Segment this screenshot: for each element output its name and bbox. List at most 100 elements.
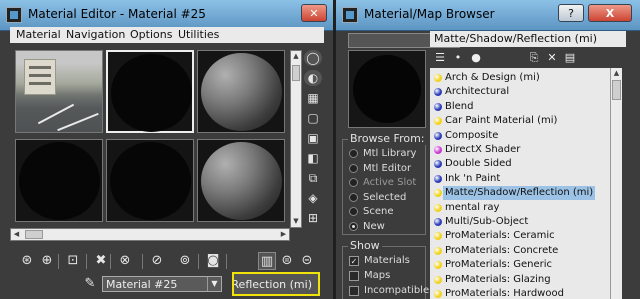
show-group: Show ✓ Materials Maps Incompatible: [342, 239, 429, 299]
update-scene-materials-icon[interactable]: ⎘: [526, 51, 542, 65]
select-by-material-icon[interactable]: ◈: [304, 190, 322, 206]
parking-line: [57, 112, 99, 132]
checkbox-box: [349, 271, 359, 281]
background-checker-icon[interactable]: ▦: [304, 90, 322, 106]
help-button[interactable]: ?: [558, 4, 584, 22]
pick-material-eyedropper-icon[interactable]: ✎: [82, 276, 98, 292]
material-ball-icon: [434, 117, 442, 126]
backlight-icon[interactable]: ◐: [304, 70, 322, 86]
list-icons-view-icon[interactable]: •: [450, 51, 466, 65]
go-to-parent-icon[interactable]: ⊜: [278, 252, 296, 270]
show-in-viewport-icon[interactable]: ◙: [204, 252, 222, 270]
material-ball-icon: [434, 74, 442, 82]
sphere-type-icon[interactable]: ◯: [304, 50, 322, 66]
scroll-right-arrow-icon[interactable]: ▶: [278, 229, 289, 240]
put-to-scene-icon[interactable]: ⊕: [38, 252, 56, 270]
menu-utilities[interactable]: Utilities: [178, 28, 219, 41]
material-list-item[interactable]: Matte/Shadow/Reflection (mi): [432, 186, 608, 201]
put-to-library-icon[interactable]: ⊘: [148, 252, 166, 270]
radio-dot: [349, 163, 358, 173]
parking-lot-photo-preview: [16, 51, 102, 132]
material-sample-slot[interactable]: [15, 139, 103, 222]
radio-dot: [349, 178, 358, 187]
material-list-item[interactable]: Ink 'n Paint: [432, 172, 608, 186]
toolbar-separator: [142, 254, 143, 269]
uv-tiling-icon[interactable]: ▢: [304, 110, 322, 126]
material-name-value: Material #25: [106, 278, 178, 291]
material-list-item[interactable]: ProMaterials: Concrete: [432, 244, 608, 258]
scroll-up-arrow-icon[interactable]: ▲: [611, 68, 622, 79]
list-scroll-thumb[interactable]: [612, 80, 621, 100]
material-list-item[interactable]: Arch & Design (mi): [432, 71, 608, 85]
browse-from-label: Active Slot: [363, 177, 417, 188]
material-list-item[interactable]: mental ray: [432, 201, 608, 215]
material-sample-slot[interactable]: [106, 50, 194, 133]
material-ball-icon: [434, 102, 442, 111]
material-list-item[interactable]: Composite: [432, 129, 608, 143]
material-id-channel-icon[interactable]: ⊚: [176, 252, 194, 270]
go-forward-to-sibling-icon[interactable]: ⊝: [298, 252, 316, 270]
material-list-item[interactable]: Architectural: [432, 85, 608, 99]
clear-library-icon[interactable]: ▤: [562, 51, 578, 65]
material-name-combobox[interactable]: Material #25 ▼: [102, 276, 222, 292]
make-preview-icon[interactable]: ◧: [304, 150, 322, 166]
slots-horizontal-scrollbar[interactable]: ◀ ▶: [10, 228, 290, 241]
browser-titlebar[interactable]: Material/Map Browser ? X: [336, 0, 640, 31]
menu-navigation[interactable]: Navigation: [66, 28, 125, 41]
material-list-item[interactable]: Double Sided: [432, 157, 608, 171]
small-icons-view-icon[interactable]: ●: [468, 51, 484, 65]
browser-close-button[interactable]: X: [588, 4, 632, 22]
material-list-item[interactable]: ProMaterials: Ceramic: [432, 229, 608, 243]
material-type-button[interactable]: Matte/Shadow/Reflection (mi): [232, 272, 320, 296]
material-ball-icon: [434, 160, 442, 169]
editor-title: Material Editor - Material #25: [28, 7, 206, 21]
scroll-down-arrow-icon[interactable]: ▼: [291, 216, 301, 227]
material-sample-slot[interactable]: [106, 139, 194, 222]
chevron-down-icon[interactable]: ▼: [207, 277, 221, 291]
reset-map-icon[interactable]: ✖: [92, 252, 110, 270]
material-list-item[interactable]: ProMaterials: Hardwood: [432, 287, 608, 299]
menu-options[interactable]: Options: [130, 28, 172, 41]
material-sample-slot[interactable]: [197, 50, 285, 133]
material-list-label: Car Paint Material (mi): [445, 115, 558, 127]
list-view-icon[interactable]: ☰: [432, 51, 448, 65]
scroll-up-arrow-icon[interactable]: ▲: [291, 51, 301, 62]
editor-close-icon[interactable]: ✕: [301, 4, 327, 22]
scroll-left-arrow-icon[interactable]: ◀: [11, 229, 22, 240]
material-list-label: Architectural: [445, 86, 510, 98]
browser-path-field: Matte/Shadow/Reflection (mi): [430, 31, 626, 47]
material-list-label: mental ray: [445, 201, 500, 213]
material-list-label: ProMaterials: Glazing: [445, 273, 551, 285]
material-map-browser-window: Material/Map Browser ? X Matte/Shadow/Re…: [336, 0, 640, 299]
toolbar-separator: [58, 254, 59, 269]
show-end-result-icon[interactable]: ▥: [258, 252, 276, 270]
material-sample-slot[interactable]: [15, 50, 103, 133]
material-list-item[interactable]: DirectX Shader: [432, 143, 608, 157]
browser-preview: [348, 50, 426, 128]
parking-line: [37, 103, 75, 125]
toolbar-separator: [226, 254, 227, 269]
list-scrollbar[interactable]: ▲: [610, 68, 622, 299]
options-icon[interactable]: ⧉: [304, 170, 322, 186]
browse-from-label: Mtl Editor: [363, 162, 412, 174]
material-list-item[interactable]: Car Paint Material (mi): [432, 114, 608, 128]
slots-hscroll-thumb[interactable]: [25, 230, 43, 239]
material-list-item[interactable]: Multi/Sub-Object: [432, 215, 608, 229]
material-ball-icon: [434, 146, 442, 154]
material-sample-slot[interactable]: [197, 139, 285, 222]
make-unique-icon[interactable]: ⊗: [116, 252, 134, 270]
assign-to-selection-icon[interactable]: ⊡: [64, 252, 82, 270]
delete-from-library-icon[interactable]: ✕: [544, 51, 560, 65]
material-list-label: Composite: [445, 129, 499, 141]
slots-vscroll-thumb[interactable]: [292, 65, 300, 81]
material-list-item[interactable]: ProMaterials: Glazing: [432, 273, 608, 287]
get-material-icon[interactable]: ⊛: [18, 252, 36, 270]
material-list-item[interactable]: Blend: [432, 100, 608, 114]
material-navigator-icon[interactable]: ⊞: [304, 210, 322, 226]
browse-from-label: Scene: [363, 206, 394, 217]
slots-vertical-scrollbar[interactable]: ▲ ▼: [290, 50, 302, 228]
menu-material[interactable]: Material: [16, 28, 61, 41]
material-list-item[interactable]: ProMaterials: Generic: [432, 258, 608, 272]
video-color-check-icon[interactable]: ▣: [304, 130, 322, 146]
browse-from-label: Selected: [363, 191, 407, 203]
